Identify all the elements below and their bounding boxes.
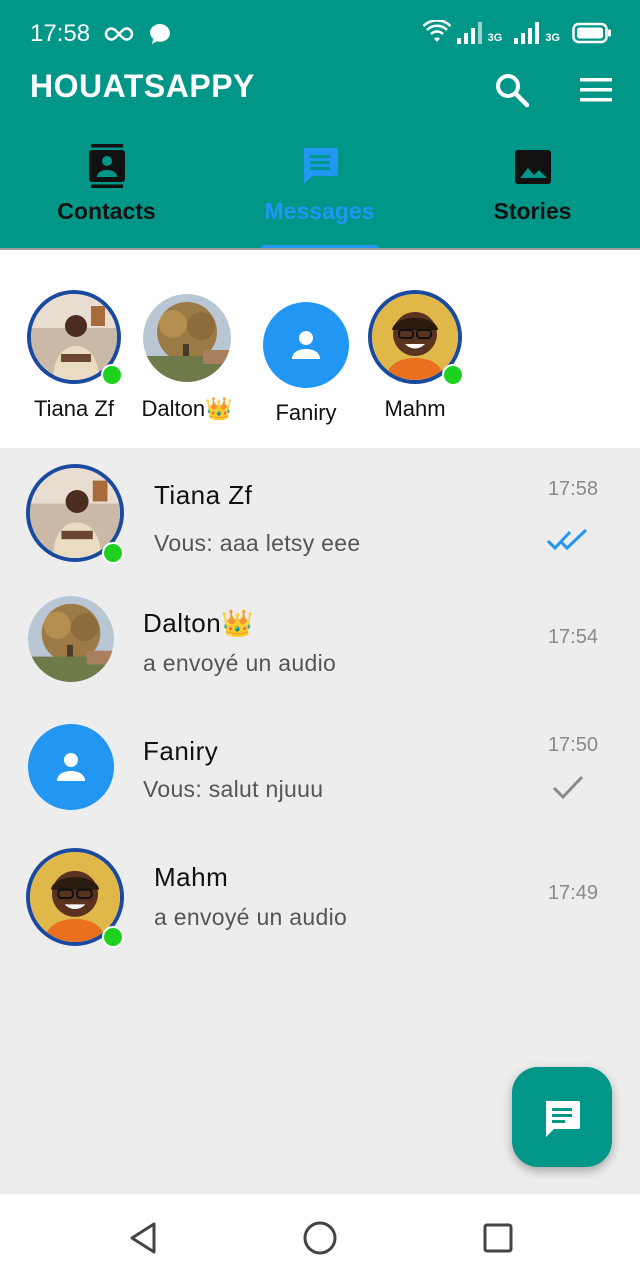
system-nav-bar [0, 1194, 640, 1280]
tab-stories-label: Stories [493, 198, 572, 224]
avatar-photo [143, 294, 231, 382]
conversation-preview: a envoyé un audio [154, 904, 348, 930]
story-name: Mahm [384, 396, 446, 421]
status-icons: 3G 3G [422, 20, 612, 44]
image-icon [514, 150, 551, 184]
conversation-preview: Vous: salut njuuu [143, 776, 324, 802]
story-item[interactable]: Mahm [355, 290, 475, 422]
search-button[interactable] [492, 70, 532, 110]
contacts-icon [88, 144, 125, 188]
default-avatar [28, 724, 114, 810]
person-icon [57, 753, 85, 781]
avatar [28, 724, 114, 810]
tab-messages[interactable]: Messages [213, 140, 426, 248]
avatar [143, 294, 231, 382]
avatar [26, 848, 124, 948]
conversation-name: Dalton👑 [143, 608, 255, 638]
person-icon [292, 331, 320, 359]
conversation-time: 17:58 [547, 478, 598, 500]
search-icon [496, 74, 530, 108]
hamburger-menu-icon [580, 78, 612, 102]
back-triangle-icon [130, 1222, 156, 1254]
avatar [263, 302, 349, 388]
infinity-icon [104, 27, 134, 41]
story-item[interactable]: Dalton👑 [127, 290, 247, 422]
story-name: Dalton👑 [141, 396, 233, 421]
avatar-photo [28, 596, 114, 682]
conversation-time: 17:54 [547, 626, 598, 648]
conversation-preview: Vous: aaa letsy eee [154, 530, 361, 556]
tab-stories[interactable]: Stories [426, 140, 639, 248]
online-indicator [442, 364, 464, 386]
recents-button[interactable] [478, 1218, 518, 1258]
story-item[interactable]: Tiana Zf [14, 290, 134, 422]
online-indicator [102, 542, 124, 564]
home-button[interactable] [300, 1218, 340, 1258]
chat-bubble-icon [150, 24, 170, 44]
conversation-item[interactable]: Mahm a envoyé un audio 17:49 [0, 842, 640, 970]
app-title: HOUATSAPPY [30, 68, 255, 104]
menu-button[interactable] [578, 72, 618, 108]
conversation-preview: a envoyé un audio [143, 650, 337, 676]
status-bar: 17:58 3G 3G [0, 0, 640, 66]
conversation-name: Mahm [154, 862, 229, 892]
battery-icon [572, 22, 611, 44]
app-bar: 17:58 3G 3G HOUATSAPPY Contacts Messages… [0, 0, 640, 250]
tab-contacts[interactable]: Contacts [0, 140, 213, 248]
conversation-name: Faniry [143, 736, 219, 766]
story-name: Faniry [275, 400, 337, 425]
online-indicator [101, 364, 123, 386]
avatar [26, 464, 124, 564]
tab-contacts-label: Contacts [57, 198, 156, 224]
recents-square-icon [483, 1223, 513, 1253]
avatar [28, 596, 114, 682]
signal-icon-2 [514, 22, 540, 44]
network-type-2: 3G [545, 32, 560, 44]
check-icon [552, 775, 584, 800]
avatar [27, 290, 123, 386]
story-name: Tiana Zf [34, 396, 114, 421]
story-item[interactable]: Faniry [246, 290, 366, 426]
double-check-icon [546, 528, 588, 551]
default-avatar [263, 302, 349, 388]
conversation-item[interactable]: Dalton👑 a envoyé un audio 17:54 [0, 586, 640, 714]
new-message-button[interactable] [512, 1067, 612, 1167]
home-circle-icon [303, 1221, 337, 1255]
back-button[interactable] [124, 1218, 164, 1258]
conversation-name: Tiana Zf [154, 480, 253, 510]
conversation-item[interactable]: Faniry Vous: salut njuuu 17:50 [0, 714, 640, 842]
message-icon [303, 148, 338, 184]
conversation-item[interactable]: Tiana Zf Vous: aaa letsy eee 17:58 [0, 458, 640, 586]
wifi-icon [422, 20, 451, 42]
conversation-time: 17:49 [547, 882, 598, 904]
avatar [368, 290, 464, 386]
network-type-1: 3G [487, 32, 503, 44]
tab-bar: Contacts Messages Stories [0, 140, 640, 250]
tab-messages-label: Messages [264, 198, 375, 224]
new-message-icon [546, 1101, 580, 1137]
signal-icon-1 [456, 22, 482, 44]
status-time: 17:58 [30, 20, 91, 47]
online-indicator [102, 926, 124, 948]
conversation-time: 17:50 [547, 734, 598, 756]
stories-row: Tiana Zf Dalton👑 Faniry Mahm [0, 250, 640, 448]
